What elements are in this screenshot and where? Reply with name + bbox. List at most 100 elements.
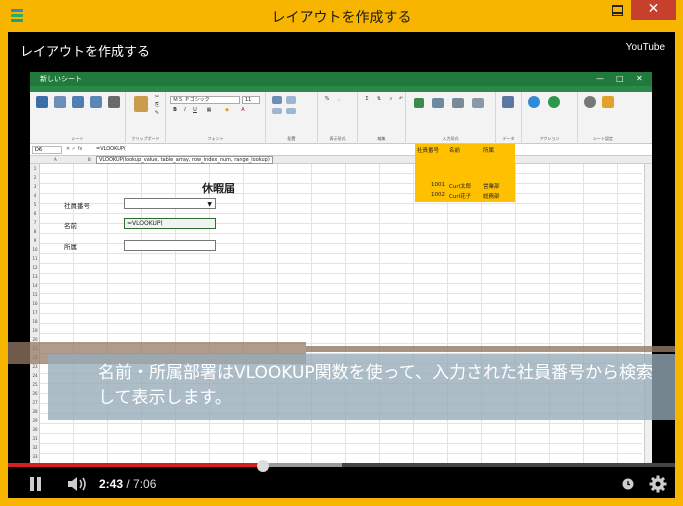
- settings-gear-icon: [584, 96, 596, 108]
- row-number: 18: [32, 319, 38, 324]
- ribbon-group-label: フォント: [207, 136, 224, 141]
- font-color-icon: A: [241, 107, 245, 113]
- ribbon-group-sheet-settings: シート設定: [578, 92, 628, 144]
- ribbon-group-label: クリップボード: [131, 136, 160, 141]
- row-number: 11: [32, 256, 38, 261]
- ribbon-group-label: 編集: [377, 136, 386, 141]
- dropdown-arrow-icon: ▼: [207, 201, 212, 208]
- ribbon-group-label: アクション: [539, 136, 560, 141]
- close-button[interactable]: ✕: [631, 0, 676, 20]
- settings-button[interactable]: [649, 475, 667, 493]
- sort-icon: ⇅: [376, 96, 382, 102]
- row-number: 27: [32, 400, 38, 405]
- copy-icon: ⎘: [154, 102, 159, 108]
- ribbon-group-label: 配置: [287, 136, 296, 141]
- row-number: 26: [32, 391, 38, 396]
- data-icon: [502, 96, 514, 108]
- sum-icon: Σ: [365, 96, 369, 102]
- row-number: 31: [32, 436, 38, 441]
- font-size-select: 11: [242, 96, 260, 104]
- pause-icon: [30, 477, 34, 491]
- app-window: レイアウトを作成する ✕ レイアウトを作成する YouTube 新しいシート —…: [0, 0, 683, 506]
- row-number: 25: [32, 382, 38, 387]
- italic-icon: I: [184, 107, 186, 113]
- lookup-cell: 営業部: [483, 184, 500, 190]
- youtube-logo[interactable]: YouTube: [626, 42, 665, 53]
- sheet-titlebar: 新しいシート — □ ✕: [30, 72, 652, 86]
- row-number: 15: [32, 292, 38, 297]
- comma-icon: ,: [338, 96, 340, 102]
- lookup-cell: 1001: [431, 182, 445, 188]
- window-titlebar[interactable]: レイアウトを作成する ✕: [0, 0, 683, 32]
- ribbon-group-label: 入力形式: [442, 136, 459, 141]
- align-top-icon: [272, 96, 282, 104]
- undo-icon: ↶: [398, 96, 404, 102]
- volume-button[interactable]: [67, 476, 89, 492]
- current-time: 2:43: [99, 477, 124, 491]
- function-tooltip: VLOOKUP(lookup_value, table_array, row_i…: [96, 156, 273, 164]
- row-number: 6: [33, 211, 37, 216]
- row-number: 1: [33, 166, 37, 171]
- video-player[interactable]: レイアウトを作成する YouTube 新しいシート — □ ✕ シート ✂ ⎘ …: [8, 32, 675, 498]
- pause-button[interactable]: [28, 477, 42, 491]
- lookup-header: 所属: [483, 148, 495, 154]
- employee-no-dropdown: ▼: [124, 198, 216, 209]
- font-name-select: ＭＳ Ｐゴシック: [170, 96, 240, 104]
- lookup-cell: 1002: [431, 192, 445, 198]
- checkbox-control-icon: [414, 98, 424, 108]
- row-number: 5: [33, 202, 37, 207]
- column-header: A: [54, 157, 57, 162]
- form-title: 休暇届: [202, 182, 235, 195]
- maximize-button[interactable]: [604, 0, 630, 20]
- percent-icon: %: [324, 96, 330, 102]
- seek-bar[interactable]: [8, 460, 675, 472]
- row-number: 32: [32, 445, 38, 450]
- ribbon-group-label: シート設定: [593, 136, 613, 141]
- duration: 7:06: [133, 477, 157, 491]
- clock-icon: [622, 478, 634, 490]
- calendar-icon: [452, 98, 464, 108]
- ribbon-group-font: ＭＳ Ｐゴシック 11 B I U ▦ ◆ A フォント: [166, 92, 266, 144]
- align-center-icon: [286, 108, 296, 114]
- time-display: 2:43 / 7:06: [99, 477, 156, 491]
- row-headers: 1234567891011121314151617181920212223242…: [30, 164, 40, 466]
- watch-later-button[interactable]: [620, 476, 636, 492]
- ribbon-group-data: データ: [496, 92, 522, 144]
- row-number: 29: [32, 418, 38, 423]
- row-number: 17: [32, 310, 38, 315]
- row-number: 2: [33, 175, 37, 180]
- name-label: 名前: [64, 222, 77, 230]
- lookup-cell: Curl花子: [449, 194, 472, 200]
- ribbon-group-label: データ: [502, 136, 515, 141]
- column-header: B: [88, 157, 91, 162]
- find-icon: ⌕: [389, 96, 393, 102]
- ribbon-group-number: % , 表示形式: [318, 92, 358, 144]
- ribbon-group-input: 入力形式: [406, 92, 496, 144]
- grid-lines: [40, 164, 642, 466]
- dept-field: [124, 240, 216, 251]
- save-icon: [36, 96, 48, 108]
- paste-icon: [134, 96, 148, 112]
- format-painter-icon: ✎: [154, 110, 160, 116]
- video-title[interactable]: レイアウトを作成する: [20, 41, 150, 60]
- played-bar: [8, 463, 264, 467]
- lookup-cell: Curl太郎: [449, 184, 472, 190]
- row-number: 16: [32, 301, 38, 306]
- row-number: 13: [32, 274, 38, 279]
- bold-icon: B: [173, 107, 177, 113]
- ribbon-group-sheet: シート: [30, 92, 126, 144]
- formula-input: =VLOOKUP(: [96, 146, 126, 152]
- row-number: 4: [33, 193, 37, 198]
- row-number: 19: [32, 328, 38, 333]
- row-number: 14: [32, 283, 38, 288]
- print-icon: [108, 96, 120, 108]
- sheet-app-title: 新しいシート: [40, 75, 82, 83]
- formula-bar: D6 ✕ ✓ fx =VLOOKUP(: [30, 144, 652, 156]
- align-middle-icon: [286, 96, 296, 104]
- sheet-maximize-icon: □: [616, 74, 624, 83]
- row-number: 8: [33, 229, 37, 234]
- sheet-settings-icon: [602, 96, 614, 108]
- player-controls: 2:43 / 7:06: [8, 470, 675, 498]
- lookup-header: 名前: [449, 148, 461, 154]
- caption-band-right: [306, 346, 675, 352]
